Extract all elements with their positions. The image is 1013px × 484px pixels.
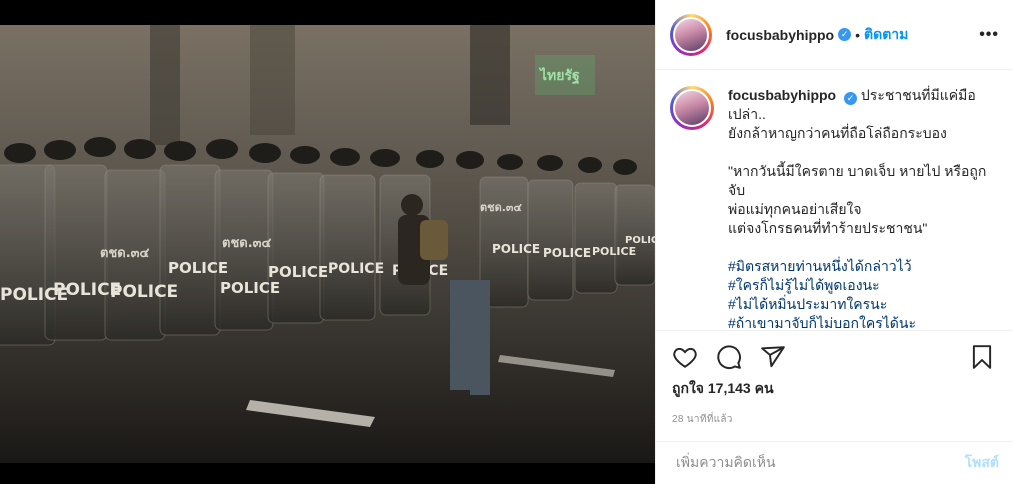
shield-police-label: POLICE [220, 279, 280, 297]
post-side-panel: focusbabyhippo ✓ • ติดตาม ••• focusbabyh… [655, 0, 1013, 484]
author-avatar[interactable] [670, 13, 712, 56]
shield-police-label: POLICE [268, 263, 328, 281]
caption-line: ยังกล้าหาญกว่าคนที่ถือโล่ถือกระบอง [728, 125, 947, 141]
shield-police-label: POLICE [168, 259, 228, 277]
shield-police-label: POLICE [592, 245, 636, 258]
likes-count[interactable]: ถูกใจ 17,143 คน [672, 378, 999, 400]
hashtag-link[interactable]: #ใครก็ไม่รู้ไม่ได้พูดเองนะ [728, 276, 998, 295]
shield-police-label: POLICE [110, 282, 178, 302]
shield-unit-label: ตชด.๓๔ [222, 236, 272, 251]
hashtag-link[interactable]: #มิตรสหายท่านหนึ่งได้กล่าวไว้ [728, 257, 998, 276]
hashtag-link[interactable]: #ไม่ได้หมิ่นประมาทใครนะ [728, 295, 998, 314]
shield-police-label: POLICE [543, 246, 591, 260]
shield-unit-label: ตชด.๓๔ [480, 201, 522, 214]
post-comment-button[interactable]: โพสต์ [965, 452, 999, 474]
bookmark-icon[interactable] [969, 344, 995, 370]
verified-badge-icon: ✓ [844, 92, 858, 105]
heart-icon[interactable] [672, 344, 698, 370]
caption-area[interactable]: focusbabyhippo ✓ ประชาชนที่มีแค่มือเปล่า… [656, 70, 1013, 328]
separator-dot: • [855, 26, 861, 43]
post-actions: ถูกใจ 17,143 คน 28 นาทีที่แล้ว [656, 330, 1013, 445]
shield-unit-label: ตชด.๓๔ [100, 246, 150, 261]
hashtag-link[interactable]: #ถ้าเขามาจับก็ไม่บอกใครได้นะ [728, 314, 998, 328]
share-icon[interactable] [760, 344, 786, 370]
shield-police-label: POLICE [625, 235, 655, 246]
caption-line: "หากวันนี้มีใครตาย บาดเจ็บ หายไป หรือถูก… [728, 163, 987, 198]
caption-line: พ่อแม่ทุกคนอย่าเสียใจ [728, 201, 862, 217]
caption-username[interactable]: focusbabyhippo [728, 87, 836, 103]
post-modal: ไทยรัฐ POLICE POLICE POLICE POLICE POLIC… [0, 0, 1013, 484]
sign-text: ไทยรัฐ [538, 66, 580, 85]
caption-text: focusbabyhippo ✓ ประชาชนที่มีแค่มือเปล่า… [728, 86, 998, 328]
author-username[interactable]: focusbabyhippo [726, 27, 834, 43]
post-header: focusbabyhippo ✓ • ติดตาม ••• [656, 0, 1013, 70]
caption-avatar[interactable] [670, 86, 714, 130]
post-photo[interactable]: ไทยรัฐ POLICE POLICE POLICE POLICE POLIC… [0, 25, 655, 463]
shield-police-label: POLICE [492, 242, 540, 256]
post-timestamp[interactable]: 28 นาทีที่แล้ว [672, 412, 999, 427]
comment-icon[interactable] [716, 344, 742, 370]
protest-photo-illustration: ไทยรัฐ POLICE POLICE POLICE POLICE POLIC… [0, 25, 655, 463]
shield-police-label: POLICE [328, 261, 384, 277]
follow-button[interactable]: ติดตาม [864, 24, 908, 46]
more-options-icon[interactable]: ••• [979, 26, 999, 44]
verified-badge-icon: ✓ [838, 28, 852, 41]
comment-box: เพิ่มความคิดเห็น โพสต์ [656, 441, 1013, 484]
caption-line: แต่จงโกรธคนที่ทำร้ายประชาชน" [728, 220, 928, 236]
comment-input[interactable]: เพิ่มความคิดเห็น [676, 452, 776, 474]
